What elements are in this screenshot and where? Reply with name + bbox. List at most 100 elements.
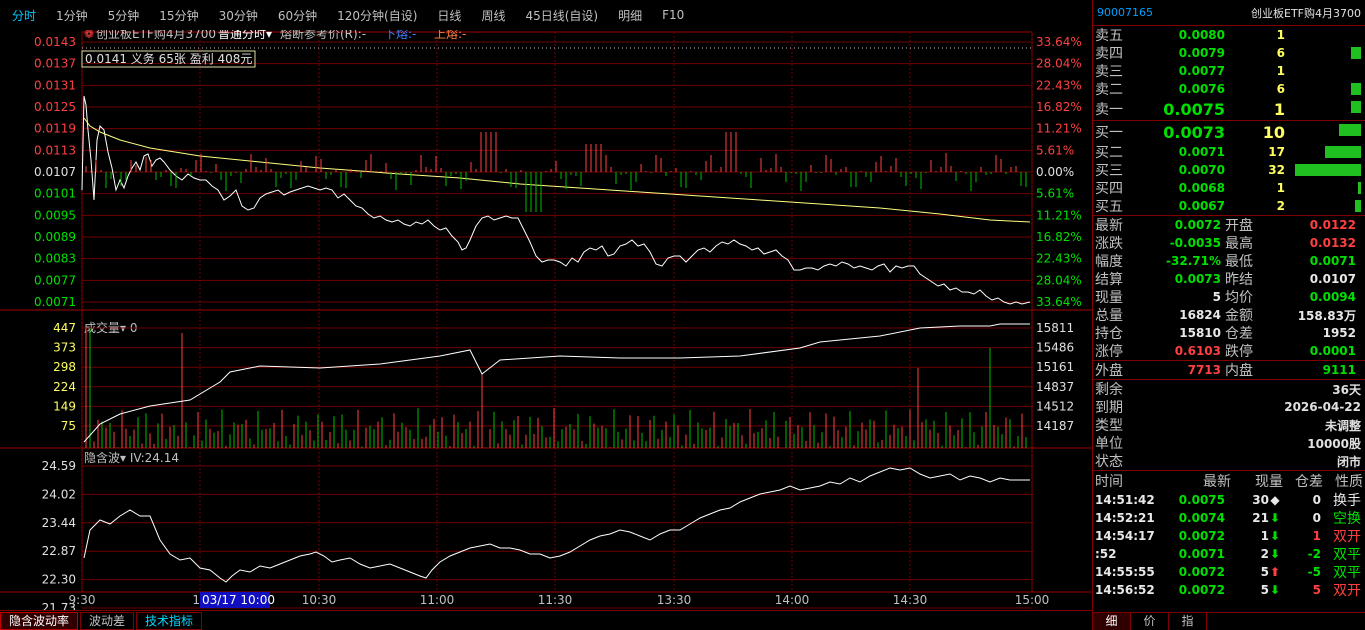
tab-period-9[interactable]: 45日线(自设) bbox=[525, 7, 598, 24]
iv-tick-label: 22.87 bbox=[42, 544, 76, 558]
tick-price: 0.0075 bbox=[1178, 493, 1225, 507]
price-tick-label: 0.0119 bbox=[34, 122, 76, 136]
pct-tick-label: 22.43% bbox=[1036, 78, 1082, 92]
tab-period-10[interactable]: 明细 bbox=[618, 7, 642, 24]
upper-melt-label: 上熔:- bbox=[434, 30, 466, 41]
col-oi-change: 仓差 bbox=[1295, 474, 1323, 490]
ask-price: 0.0075 bbox=[1163, 99, 1225, 119]
tick-volume: 5 bbox=[1260, 583, 1269, 597]
quote-value: 0.0001 bbox=[1309, 344, 1356, 358]
quote-header: 90007165 创业板ETF购4月3700 bbox=[1093, 0, 1365, 26]
bid-row: 买三 0.0070 32 bbox=[1093, 161, 1365, 179]
bid-book: 买一 0.0073 10 买二 0.0071 17 买三 0.0070 32 买四 0.0068 1 买… bbox=[1093, 121, 1365, 215]
tab-period-4[interactable]: 30分钟 bbox=[219, 7, 258, 24]
tab-period-11[interactable]: F10 bbox=[662, 8, 684, 22]
tick-time: 14:52:21 bbox=[1095, 511, 1155, 525]
tab-detail[interactable]: 细 bbox=[1093, 613, 1131, 630]
ask-volume-bar bbox=[1351, 47, 1361, 59]
price-tick-label: 0.0089 bbox=[34, 230, 76, 244]
info-row: 剩余 36天 bbox=[1093, 380, 1365, 398]
price-tick-label: 0.0077 bbox=[34, 273, 76, 287]
tab-tech-indicators[interactable]: 技术指标 bbox=[136, 611, 203, 630]
ask-volume: 1 bbox=[1273, 99, 1285, 119]
contract-code: 90007165 bbox=[1097, 6, 1153, 19]
tick-time: 14:56:52 bbox=[1095, 583, 1155, 597]
ask-row: 卖五 0.0080 1 bbox=[1093, 26, 1365, 44]
plot-frame bbox=[81, 31, 1033, 593]
tab-price[interactable]: 价 bbox=[1131, 613, 1169, 630]
quote-label: 最高 bbox=[1225, 236, 1253, 252]
bottom-indicator-tabs: 隐含波动率 波动差 技术指标 bbox=[0, 610, 1092, 630]
bid-volume-bar bbox=[1339, 124, 1361, 136]
quote-row: 总量 16824 金额 158.83万 bbox=[1093, 306, 1365, 324]
price-tick-label: 0.0131 bbox=[34, 78, 76, 92]
time-axis-label: 10:30 bbox=[302, 593, 337, 607]
chart-area: 0.0143 33.64% 0.0137 28.04% 0.0131 22.43% 0.01… bbox=[0, 30, 1092, 610]
pct-tick-label: 16.82% bbox=[1036, 230, 1082, 244]
time-axis-label: 14:00 bbox=[775, 593, 810, 607]
quote-panel-tabs: 细 价 指 bbox=[1093, 612, 1365, 630]
quote-label: 最低 bbox=[1225, 254, 1253, 270]
tab-period-5[interactable]: 60分钟 bbox=[278, 7, 317, 24]
quote-value: 0.0071 bbox=[1309, 254, 1356, 268]
quote-label: 涨停 bbox=[1095, 344, 1123, 360]
tick-row[interactable]: 14:55:55 0.0072 5 ⬆ -5 双平 bbox=[1093, 563, 1365, 581]
tick-time: :52 bbox=[1095, 547, 1117, 561]
tick-time: 14:54:17 bbox=[1095, 529, 1155, 543]
ask-row: 卖二 0.0076 6 bbox=[1093, 80, 1365, 98]
tick-row[interactable]: 14:56:52 0.0072 5 ⬇ 5 双开 bbox=[1093, 581, 1365, 599]
contract-name: 创业板ETF购4月3700 bbox=[1251, 6, 1361, 20]
intraday-chart[interactable]: 0.0143 33.64% 0.0137 28.04% 0.0131 22.43% 0.01… bbox=[0, 30, 1092, 610]
bid-price: 0.0070 bbox=[1178, 163, 1225, 177]
info-value: 闭市 bbox=[1336, 454, 1361, 469]
ask-label: 卖三 bbox=[1095, 64, 1123, 80]
bid-volume-bar bbox=[1358, 182, 1361, 194]
quote-value: 0.0107 bbox=[1309, 272, 1356, 286]
bid-price: 0.0067 bbox=[1178, 199, 1225, 213]
quote-row: 现量 5 均价 0.0094 bbox=[1093, 288, 1365, 306]
tick-list[interactable]: 14:51:42 0.0075 30 ◆ 0 换手 14:52:21 0.0074 21 ⬇ 0 空换… bbox=[1093, 491, 1365, 599]
info-value: 36天 bbox=[1332, 382, 1361, 397]
info-label: 状态 bbox=[1095, 454, 1123, 470]
tick-row[interactable]: :52 0.0071 2 ⬇ -2 双平 bbox=[1093, 545, 1365, 563]
outer-inner-row: 外盘 7713 内盘 9111 bbox=[1093, 361, 1365, 379]
tab-period-0[interactable]: 分时 bbox=[12, 7, 36, 24]
pct-tick-label: 28.04% bbox=[1036, 57, 1082, 71]
price-tick-label: 0.0101 bbox=[34, 187, 76, 201]
price-tick-label: 0.0083 bbox=[34, 252, 76, 266]
tick-nature: 双开 bbox=[1333, 583, 1361, 599]
bid-label: 买三 bbox=[1095, 163, 1123, 179]
tab-period-1[interactable]: 1分钟 bbox=[56, 7, 88, 24]
tab-period-8[interactable]: 周线 bbox=[481, 7, 505, 24]
tab-period-3[interactable]: 15分钟 bbox=[159, 7, 198, 24]
info-row: 类型 未调整 bbox=[1093, 416, 1365, 434]
bid-row: 买四 0.0068 1 bbox=[1093, 179, 1365, 197]
oi-tick-label: 15486 bbox=[1036, 341, 1074, 355]
info-value: 10000股 bbox=[1307, 436, 1361, 451]
quote-value: 16824 bbox=[1179, 308, 1221, 322]
tab-period-6[interactable]: 120分钟(自设) bbox=[337, 7, 417, 24]
tick-volume: 21 bbox=[1252, 511, 1269, 525]
oi-tick-label: 15161 bbox=[1036, 360, 1074, 374]
tick-row[interactable]: 14:51:42 0.0075 30 ◆ 0 换手 bbox=[1093, 491, 1365, 509]
ask-price: 0.0079 bbox=[1178, 46, 1225, 60]
pct-tick-label: 33.64% bbox=[1036, 35, 1082, 49]
tab-index[interactable]: 指 bbox=[1169, 613, 1207, 630]
tab-implied-vol[interactable]: 隐含波动率 bbox=[0, 611, 79, 630]
quote-row: 持仓 15810 仓差 1952 bbox=[1093, 324, 1365, 342]
bid-row: 买一 0.0073 10 bbox=[1093, 121, 1365, 143]
tick-row[interactable]: 14:54:17 0.0072 1 ⬇ 1 双开 bbox=[1093, 527, 1365, 545]
info-label: 剩余 bbox=[1095, 382, 1123, 398]
col-latest: 最新 bbox=[1203, 474, 1231, 490]
quote-label: 涨跌 bbox=[1095, 236, 1123, 252]
ask-volume: 6 bbox=[1276, 46, 1285, 60]
price-tick-label: 0.0125 bbox=[34, 100, 76, 114]
bid-label: 买一 bbox=[1095, 125, 1123, 141]
bid-volume: 10 bbox=[1262, 122, 1285, 142]
tab-vol-spread[interactable]: 波动差 bbox=[80, 611, 135, 630]
tab-period-7[interactable]: 日线 bbox=[437, 7, 461, 24]
pct-tick-label: 0.00% bbox=[1036, 165, 1074, 179]
time-axis-label: 15:00 bbox=[1015, 593, 1050, 607]
tick-row[interactable]: 14:52:21 0.0074 21 ⬇ 0 空换 bbox=[1093, 509, 1365, 527]
tab-period-2[interactable]: 5分钟 bbox=[108, 7, 140, 24]
